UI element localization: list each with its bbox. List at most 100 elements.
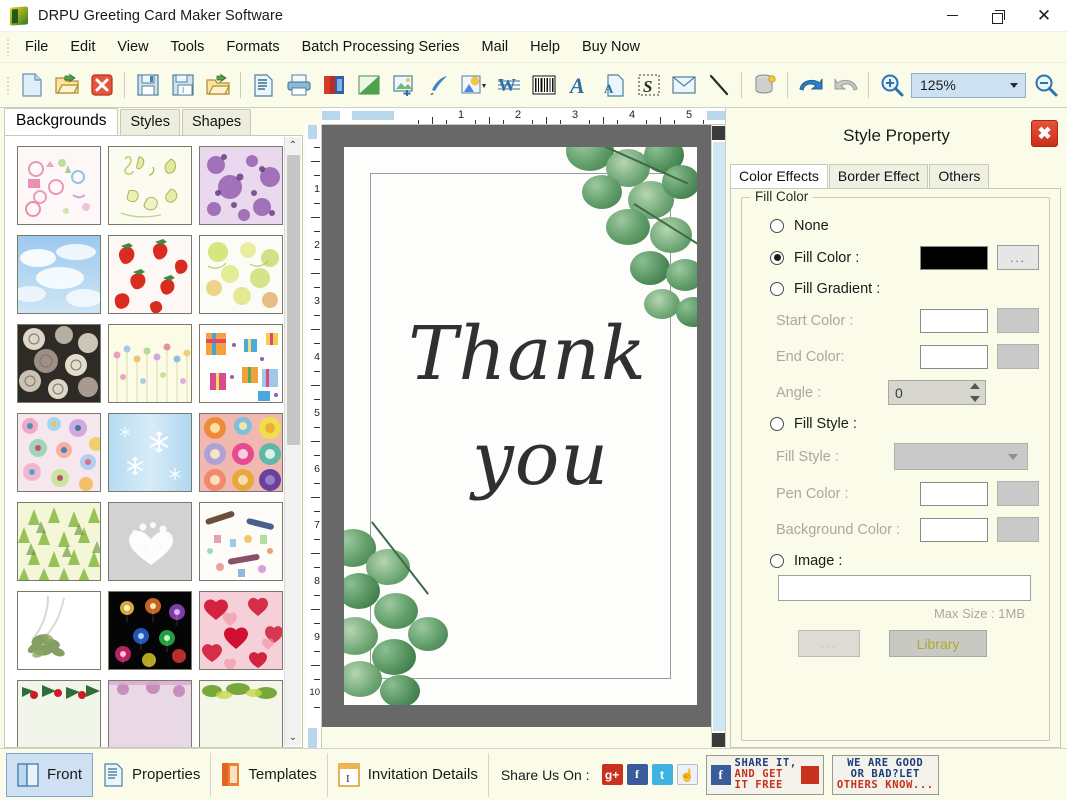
angle-spinner[interactable]: 0 <box>888 380 986 405</box>
minimize-button[interactable] <box>929 0 975 32</box>
gift-boxes-background[interactable] <box>199 324 283 403</box>
olive-branch-background[interactable] <box>17 591 101 670</box>
bottom-tab-invitation-details[interactable]: I Invitation Details <box>328 752 489 797</box>
scrollbar-thumb[interactable] <box>286 155 300 445</box>
close-icon[interactable]: ✖ <box>1031 120 1058 147</box>
bottom-tab-front[interactable]: Front <box>6 752 94 797</box>
undo-icon[interactable] <box>795 70 826 101</box>
share-it-banner[interactable]: f SHARE IT, AND GET IT FREE <box>705 754 824 795</box>
pink-texture-background[interactable] <box>108 680 192 747</box>
print-icon[interactable] <box>283 70 314 101</box>
google-plus-icon[interactable]: g+ <box>601 764 623 785</box>
pen-color-browse-button[interactable]: ... <box>997 481 1039 506</box>
close-button[interactable]: ✕ <box>1021 0 1067 32</box>
bottom-tab-templates[interactable]: Templates <box>211 752 328 797</box>
menu-edit[interactable]: Edit <box>59 35 106 59</box>
database-icon[interactable] <box>749 70 780 101</box>
spinner-up-icon[interactable] <box>970 383 980 389</box>
radio-fill-style[interactable] <box>770 417 784 431</box>
export-folder-icon[interactable] <box>202 70 233 101</box>
menu-buy-now[interactable]: Buy Now <box>571 35 651 59</box>
pastel-flowers-background[interactable] <box>108 324 192 403</box>
tab-shapes[interactable]: Shapes <box>181 109 252 135</box>
radio-none[interactable] <box>770 219 784 233</box>
envelope-icon[interactable] <box>668 70 699 101</box>
chevron-down-icon[interactable] <box>1010 83 1018 88</box>
maximize-button[interactable] <box>975 0 1021 32</box>
fill-style-combobox[interactable] <box>894 443 1028 470</box>
option-fill-color-row[interactable]: Fill Color : ... <box>752 245 1039 270</box>
text-tool-icon[interactable]: A <box>563 70 594 101</box>
pen-color-swatch[interactable] <box>920 481 988 506</box>
green-leaves-background[interactable] <box>199 680 283 747</box>
toolbar-drag-grip[interactable] <box>4 74 12 96</box>
menu-formats[interactable]: Formats <box>215 35 290 59</box>
menu-drag-grip[interactable] <box>4 36 12 58</box>
tab-backgrounds[interactable]: Backgrounds <box>4 108 119 135</box>
scroll-down-button[interactable]: ⌄ <box>285 729 302 746</box>
start-color-browse-button[interactable]: ... <box>997 308 1039 333</box>
menu-tools[interactable]: Tools <box>160 35 216 59</box>
greeting-card[interactable]: Thank you <box>344 147 697 705</box>
green-fruit-background[interactable] <box>199 235 283 314</box>
end-color-swatch[interactable] <box>920 344 988 369</box>
chevron-down-icon[interactable] <box>1008 453 1018 460</box>
option-fill-gradient-row[interactable]: Fill Gradient : <box>752 281 1039 297</box>
snowflakes-background[interactable] <box>108 413 192 492</box>
colorful-blooms-background[interactable] <box>17 413 101 492</box>
tab-border-effect[interactable]: Border Effect <box>828 164 929 188</box>
facebook-icon[interactable]: f <box>626 764 648 785</box>
pen-tool-icon[interactable] <box>423 70 454 101</box>
canvas-scrollbar-thumb[interactable] <box>712 142 725 731</box>
pine-trees-background[interactable] <box>17 502 101 581</box>
option-image-row[interactable]: Image : <box>752 553 1039 569</box>
spinner-down-icon[interactable] <box>970 396 980 402</box>
background-color-browse-button[interactable]: ... <box>997 517 1039 542</box>
baby-doodles-background[interactable] <box>17 146 101 225</box>
option-fill-style-row[interactable]: Fill Style : <box>752 416 1039 432</box>
new-document-icon[interactable] <box>16 70 47 101</box>
open-folder-icon[interactable] <box>51 70 82 101</box>
card-heading-line1[interactable]: Thank <box>344 317 697 391</box>
radio-fill-gradient[interactable] <box>770 282 784 296</box>
image-browse-button[interactable]: ... <box>798 630 860 657</box>
radio-image[interactable] <box>770 554 784 568</box>
tab-color-effects[interactable]: Color Effects <box>730 164 828 188</box>
copy-layers-icon[interactable] <box>318 70 349 101</box>
birthday-confetti-background[interactable] <box>199 502 283 581</box>
image-path-input[interactable] <box>778 575 1031 601</box>
scroll-up-button[interactable]: ⌃ <box>285 137 302 154</box>
zoom-in-icon[interactable] <box>876 70 907 101</box>
menu-mail[interactable]: Mail <box>471 35 520 59</box>
fill-color-swatch[interactable] <box>920 245 988 270</box>
zoom-level-combobox[interactable]: 125% <box>911 72 1026 98</box>
mandala-circles-background[interactable] <box>199 413 283 492</box>
barcode-icon[interactable] <box>528 70 559 101</box>
menu-view[interactable]: View <box>106 35 159 59</box>
option-none-row[interactable]: None <box>752 218 1039 234</box>
signature-icon[interactable]: S <box>633 70 664 101</box>
bottom-tab-properties[interactable]: Properties <box>93 752 212 797</box>
pears-sketch-background[interactable] <box>108 146 192 225</box>
zoom-out-icon[interactable] <box>1030 70 1061 101</box>
canvas-vertical-scrollbar[interactable] <box>711 125 726 748</box>
save-as-icon[interactable]: I <box>167 70 198 101</box>
radio-fill-color[interactable] <box>770 250 784 265</box>
strawberries-background[interactable] <box>108 235 192 314</box>
thumbs-up-icon[interactable]: ☝ <box>676 764 698 785</box>
canvas-scroll-down-button[interactable] <box>711 733 726 747</box>
blue-sky-clouds-background[interactable] <box>17 235 101 314</box>
image-flip-icon[interactable] <box>353 70 384 101</box>
save-icon[interactable] <box>132 70 163 101</box>
print-preview-icon[interactable] <box>248 70 279 101</box>
dark-roses-background[interactable] <box>17 324 101 403</box>
tab-styles[interactable]: Styles <box>120 109 180 135</box>
white-heart-background[interactable] <box>108 502 192 581</box>
twitter-icon[interactable]: t <box>651 764 673 785</box>
end-color-browse-button[interactable]: ... <box>997 344 1039 369</box>
background-list-scrollbar[interactable]: ⌃ ⌄ <box>284 137 301 746</box>
background-color-swatch[interactable] <box>920 517 988 542</box>
line-tool-icon[interactable] <box>703 70 734 101</box>
menu-file[interactable]: File <box>14 35 59 59</box>
shape-gallery-icon[interactable] <box>458 70 489 101</box>
